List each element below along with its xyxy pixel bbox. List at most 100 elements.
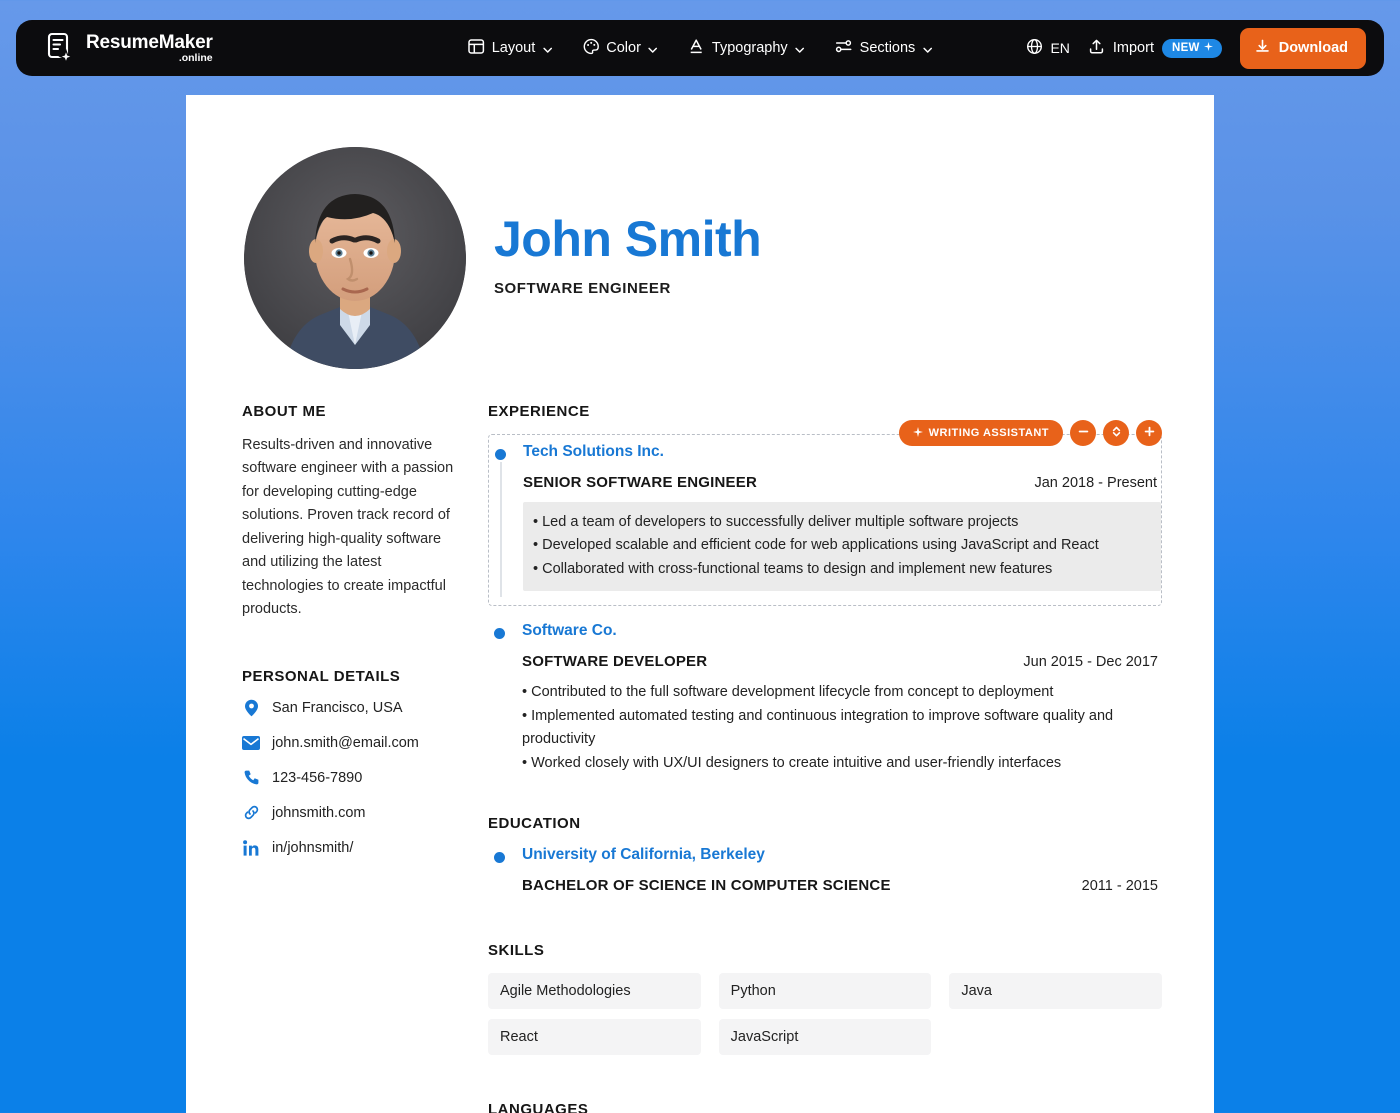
timeline-dot-icon <box>495 449 506 460</box>
skills-heading: SKILLS <box>488 942 545 960</box>
menu-sections-label: Sections <box>859 40 916 56</box>
import-label: Import <box>1112 40 1154 56</box>
globe-icon <box>1026 38 1043 58</box>
experience-role: SENIOR SOFTWARE ENGINEER <box>523 474 757 491</box>
skill-chip[interactable]: Java <box>949 973 1162 1010</box>
experience-bullets[interactable]: • Led a team of developers to successful… <box>523 502 1161 592</box>
section-toolbar: WRITING ASSISTANT <box>898 420 1162 446</box>
bullet-item: • Worked closely with UX/UI designers to… <box>522 754 1062 771</box>
detail-email-value: john.smith@email.com <box>272 734 419 751</box>
education-heading: EDUCATION <box>488 815 581 833</box>
main-column: EXPERIENCE WRITING ASSISTANT Tech Soluti… <box>488 403 1162 1113</box>
experience-entry[interactable]: Software Co. SOFTWARE DEVELOPER Jun 2015… <box>488 622 1162 775</box>
envelope-icon <box>242 734 260 752</box>
download-icon <box>1254 38 1271 59</box>
sparkle-icon <box>1203 41 1213 54</box>
bullet-item: • Led a team of developers to successful… <box>533 514 1019 530</box>
detail-linkedin[interactable]: in/johnsmith/ <box>242 839 458 857</box>
menu-sections[interactable]: Sections <box>835 38 933 59</box>
chevron-down-icon <box>795 43 805 53</box>
move-section-button[interactable] <box>1103 420 1129 446</box>
experience-bullets[interactable]: • Contributed to the full software devel… <box>522 681 1162 775</box>
timeline-line <box>499 462 502 598</box>
location-pin-icon <box>242 699 260 717</box>
skill-chip[interactable]: Python <box>718 973 932 1010</box>
timeline-dot-icon <box>494 852 505 864</box>
page-title[interactable]: John Smith <box>494 213 762 266</box>
download-button[interactable]: Download <box>1239 27 1366 69</box>
education-dates: 2011 - 2015 <box>1081 878 1158 895</box>
about-text[interactable]: Results-driven and innovative software e… <box>242 434 458 622</box>
experience-entry[interactable]: Tech Solutions Inc. SENIOR SOFTWARE ENGI… <box>489 443 1161 598</box>
new-badge-label: NEW <box>1171 41 1200 54</box>
writing-assistant-label: WRITING ASSISTANT <box>928 427 1049 439</box>
skill-chip[interactable]: React <box>488 1019 701 1056</box>
bullet-item: • Implemented automated testing and cont… <box>522 707 1114 748</box>
sliders-icon <box>835 38 853 59</box>
education-degree: BACHELOR OF SCIENCE IN COMPUTER SCIENCE <box>522 877 891 895</box>
brand-name: ResumeMaker <box>86 31 213 53</box>
upload-icon <box>1088 38 1105 59</box>
link-icon <box>242 804 260 822</box>
language-switcher[interactable]: EN <box>1026 38 1070 58</box>
education-entry[interactable]: University of California, Berkeley BACHE… <box>488 846 1162 894</box>
experience-heading: EXPERIENCE <box>488 403 590 420</box>
detail-email[interactable]: john.smith@email.com <box>242 734 458 752</box>
import-button[interactable]: Import NEW <box>1088 38 1222 59</box>
detail-website-value: johnsmith.com <box>272 804 366 821</box>
detail-location[interactable]: San Francisco, USA <box>242 699 458 717</box>
experience-selected-card[interactable]: Tech Solutions Inc. SENIOR SOFTWARE ENGI… <box>488 434 1162 607</box>
new-badge: NEW <box>1161 38 1222 58</box>
chevron-up-down-icon <box>1110 425 1123 441</box>
experience-dates: Jan 2018 - Present <box>1034 475 1157 491</box>
remove-section-button[interactable] <box>1070 420 1096 446</box>
sidebar-column: ABOUT ME Results-driven and innovative s… <box>242 403 458 1113</box>
detail-location-value: San Francisco, USA <box>272 699 403 716</box>
brand-logo[interactable]: ResumeMaker .online <box>30 31 213 65</box>
menu-color[interactable]: Color <box>582 38 658 59</box>
phone-icon <box>242 769 260 787</box>
job-title[interactable]: SOFTWARE ENGINEER <box>494 280 761 297</box>
sparkle-icon <box>912 426 923 440</box>
brand-tld: .online <box>178 51 213 64</box>
avatar[interactable] <box>244 147 466 369</box>
detail-phone-value: 123-456-7890 <box>272 769 363 786</box>
personal-details-heading: PERSONAL DETAILS <box>242 667 401 685</box>
education-org: University of California, Berkeley <box>522 846 765 864</box>
app-toolbar: ResumeMaker .online Layout Color Typogra… <box>16 20 1384 76</box>
menu-color-label: Color <box>606 40 641 56</box>
minus-icon <box>1077 425 1090 441</box>
menu-typography[interactable]: Typography <box>688 38 805 59</box>
resume-document: John Smith SOFTWARE ENGINEER ABOUT ME Re… <box>186 95 1214 1113</box>
resumemaker-logo-icon <box>46 32 76 65</box>
add-section-button[interactable] <box>1136 420 1162 446</box>
detail-phone[interactable]: 123-456-7890 <box>242 769 458 787</box>
download-label: Download <box>1278 40 1348 56</box>
toolbar-actions: EN Import NEW Download <box>1026 27 1370 69</box>
palette-icon <box>582 38 599 59</box>
linkedin-icon <box>242 839 260 857</box>
resume-header: John Smith SOFTWARE ENGINEER <box>242 147 1162 369</box>
experience-role: SOFTWARE DEVELOPER <box>522 653 708 671</box>
language-label: EN <box>1050 40 1070 56</box>
experience-org: Software Co. <box>522 622 617 640</box>
languages-heading: LANGUAGES <box>488 1101 589 1113</box>
bullet-item: • Developed scalable and efficient code … <box>533 537 1099 554</box>
detail-website[interactable]: johnsmith.com <box>242 804 458 822</box>
menu-typography-label: Typography <box>711 40 788 56</box>
main-menu: Layout Color Typography Sections <box>468 38 933 59</box>
about-heading: ABOUT ME <box>242 403 326 420</box>
bullet-item: • Contributed to the full software devel… <box>522 684 1054 701</box>
menu-layout[interactable]: Layout <box>468 38 553 59</box>
menu-layout-label: Layout <box>491 40 536 56</box>
identity-block: John Smith SOFTWARE ENGINEER <box>494 213 762 303</box>
skills-list: Agile Methodologies Python Java React Ja… <box>488 973 1162 1056</box>
skill-chip[interactable]: JavaScript <box>718 1019 932 1056</box>
skill-chip[interactable]: Agile Methodologies <box>488 973 701 1010</box>
bullet-item: • Collaborated with cross-functional tea… <box>533 560 1053 577</box>
chevron-down-icon <box>922 43 932 53</box>
timeline-dot-icon <box>494 628 505 640</box>
layout-icon <box>468 38 485 59</box>
plus-icon <box>1143 425 1156 441</box>
writing-assistant-button[interactable]: WRITING ASSISTANT <box>898 420 1063 446</box>
